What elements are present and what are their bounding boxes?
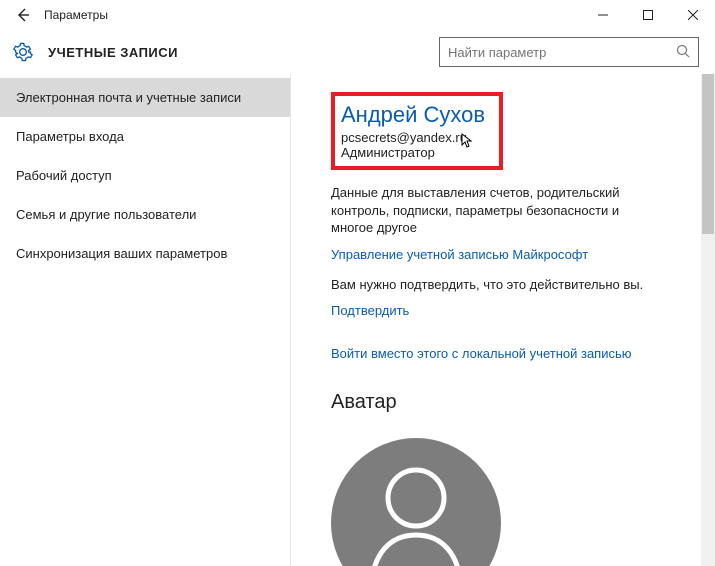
search-icon[interactable]: [676, 44, 690, 61]
page-title: УЧЕТНЫЕ ЗАПИСИ: [34, 45, 178, 60]
billing-description: Данные для выставления счетов, родительс…: [331, 184, 661, 237]
scrollbar-thumb[interactable]: [702, 74, 714, 234]
main-panel: Андрей Сухов pcsecrets@yandex.ru Админис…: [290, 74, 715, 566]
sidebar-item-label: Семья и другие пользователи: [16, 207, 196, 222]
sidebar-item-label: Параметры входа: [16, 129, 124, 144]
user-avatar-icon: [356, 453, 476, 566]
verify-text: Вам нужно подтвердить, что это действите…: [331, 276, 661, 294]
avatar-placeholder: [331, 438, 501, 566]
mouse-cursor-icon: [461, 133, 473, 152]
window-controls: [580, 0, 715, 30]
maximize-icon: [643, 10, 653, 20]
search-input[interactable]: [448, 45, 676, 60]
sidebar: Электронная почта и учетные записи Парам…: [0, 74, 290, 566]
user-info-highlight: Андрей Сухов pcsecrets@yandex.ru Админис…: [331, 92, 503, 170]
manage-account-link[interactable]: Управление учетной записью Майкрософт: [331, 247, 695, 262]
avatar-section-title: Аватар: [331, 391, 695, 414]
arrow-left-icon: [16, 8, 30, 22]
sidebar-item-label: Синхронизация ваших параметров: [16, 246, 227, 261]
sidebar-item-label: Рабочий доступ: [16, 168, 112, 183]
titlebar: Параметры: [0, 0, 715, 30]
back-button[interactable]: [8, 0, 38, 30]
sidebar-item-work-access[interactable]: Рабочий доступ: [0, 156, 290, 195]
vertical-scrollbar[interactable]: [701, 74, 715, 566]
window-title: Параметры: [38, 8, 108, 22]
sidebar-item-email-accounts[interactable]: Электронная почта и учетные записи: [0, 78, 290, 117]
content: Электронная почта и учетные записи Парам…: [0, 74, 715, 566]
sidebar-item-label: Электронная почта и учетные записи: [16, 90, 241, 105]
minimize-button[interactable]: [580, 0, 625, 30]
settings-gear-icon: [12, 41, 34, 63]
maximize-button[interactable]: [625, 0, 670, 30]
close-button[interactable]: [670, 0, 715, 30]
close-icon: [688, 10, 698, 20]
header: УЧЕТНЫЕ ЗАПИСИ: [0, 30, 715, 74]
sidebar-item-sync-settings[interactable]: Синхронизация ваших параметров: [0, 234, 290, 273]
minimize-icon: [598, 10, 608, 20]
signin-local-link[interactable]: Войти вместо этого с локальной учетной з…: [331, 346, 695, 361]
sidebar-item-signin-options[interactable]: Параметры входа: [0, 117, 290, 156]
sidebar-item-family-users[interactable]: Семья и другие пользователи: [0, 195, 290, 234]
search-input-wrap[interactable]: [439, 37, 699, 67]
user-name: Андрей Сухов: [341, 102, 485, 128]
verify-link[interactable]: Подтвердить: [331, 303, 695, 318]
